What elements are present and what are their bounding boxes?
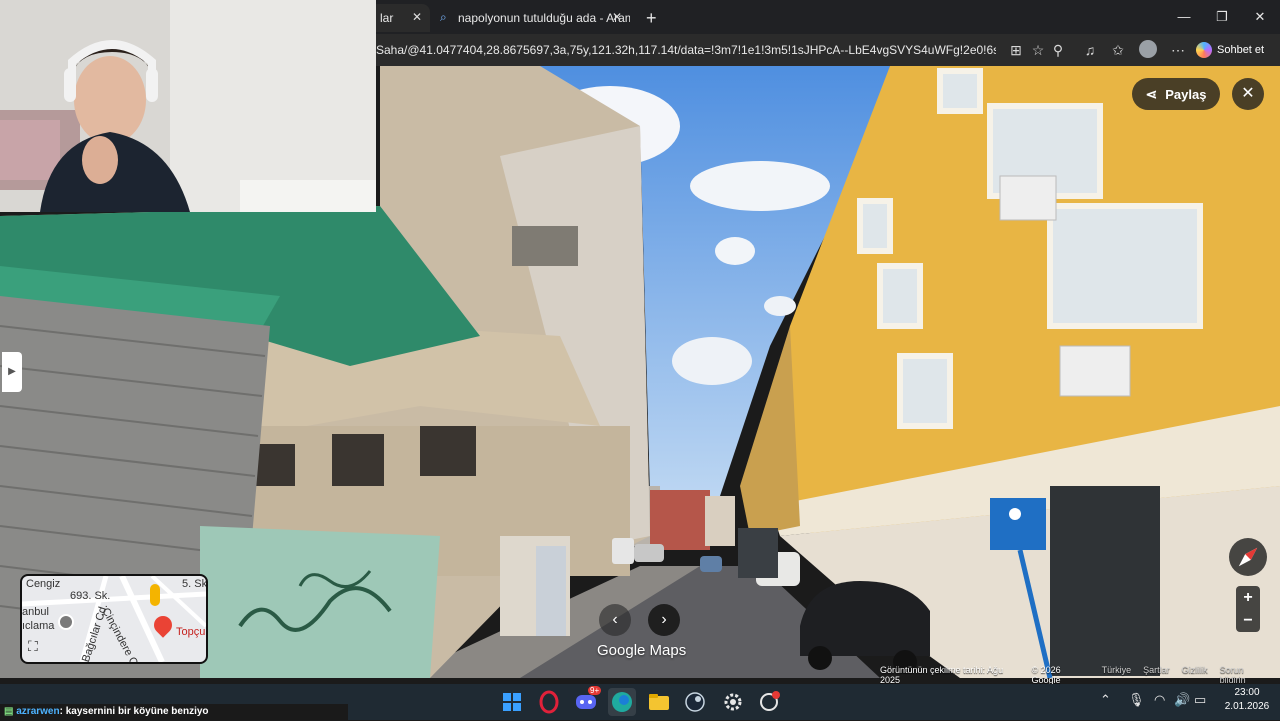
disabled-parking-sign — [990, 498, 1046, 550]
more-menu-icon[interactable]: ⋯ — [1168, 40, 1188, 60]
previous-arrow-button[interactable]: ‹ — [599, 604, 631, 636]
opera-gx-icon[interactable] — [535, 688, 563, 716]
windows-logo-icon — [503, 693, 521, 711]
tab-title: napolyonun tutulduğu ada - Aram — [458, 11, 630, 25]
tray-overflow-chevron-icon[interactable]: ⌃ — [1100, 692, 1111, 708]
discord-badge: 9+ — [588, 686, 602, 695]
mini-map-label: ıclama — [22, 620, 55, 632]
side-panel-toggle[interactable]: ▶ — [2, 352, 22, 392]
chevron-right-icon: ▶ — [8, 366, 16, 377]
next-arrow-button[interactable]: › — [648, 604, 680, 636]
chat-user-icon: ▤ — [4, 706, 14, 717]
google-maps-brand: Google Maps — [597, 642, 687, 659]
street-view-footer: Görüntünün çekilme tarihi: Ağu 2025 © 20… — [880, 665, 1280, 685]
copilot-label: Sohbet et — [1217, 44, 1265, 56]
split-view-icon[interactable]: ⊞ — [1006, 40, 1026, 60]
close-tab-icon[interactable]: ✕ — [412, 10, 422, 24]
mini-map-label: 693. Sk. — [70, 590, 111, 602]
profile-avatar-icon[interactable] — [1138, 40, 1158, 60]
file-explorer-icon[interactable] — [645, 688, 673, 716]
edge-browser-icon[interactable] — [608, 688, 636, 716]
zoom-controls: + − — [1236, 586, 1260, 632]
microphone-icon[interactable]: 🎙 — [1128, 692, 1145, 708]
zoom-out-button[interactable]: − — [1236, 609, 1260, 632]
mini-map-place: Topçu — [176, 626, 206, 638]
close-street-view-button[interactable]: ✕ — [1232, 78, 1264, 110]
report-problem-link[interactable]: Sorun bildirin — [1220, 665, 1270, 685]
copyright: © 2026 Google — [1031, 665, 1061, 685]
compass-icon — [1238, 547, 1258, 567]
url-field[interactable]: Saha/@41.0477404,28.8675697,3a,75y,121.3… — [376, 40, 996, 60]
country-link[interactable]: Türkiye — [1102, 665, 1132, 678]
tab-search[interactable]: ⌕ napolyonun tutulduğu ada - Aram ✕ — [432, 4, 630, 32]
favorite-star-icon[interactable]: ☆ — [1028, 40, 1048, 60]
chevron-right-icon: › — [661, 611, 667, 628]
capture-date: Görüntünün çekilme tarihi: Ağu 2025 — [880, 665, 1004, 685]
discord-icon[interactable]: 9+ — [572, 686, 602, 716]
terms-link[interactable]: Şartlar — [1143, 665, 1170, 678]
truck — [738, 528, 778, 578]
webcam-overlay — [0, 0, 376, 212]
stream-chat-line: ▤ azrarwen: kaysernini bir köyüne benziy… — [0, 704, 348, 720]
battery-icon[interactable]: ▭ — [1194, 692, 1206, 708]
app-notification-icon[interactable] — [755, 688, 783, 716]
tab-title: lar — [380, 11, 394, 25]
building-door — [1050, 486, 1160, 676]
chat-username: azrarwen — [16, 706, 60, 717]
clock-time: 23:00 — [1234, 687, 1260, 698]
car-far — [700, 556, 722, 572]
copilot-chat-button[interactable]: Sohbet et — [1196, 38, 1274, 62]
steam-icon[interactable] — [681, 688, 709, 716]
mini-map-label: Cengiz — [26, 578, 61, 590]
zoom-in-button[interactable]: + — [1236, 586, 1260, 609]
collections-icon[interactable]: ✩ — [1108, 40, 1128, 60]
chevron-left-icon: ‹ — [612, 611, 618, 628]
share-icon: ⋖ — [1145, 85, 1158, 102]
privacy-link[interactable]: Gizlilik — [1182, 665, 1208, 678]
mini-map[interactable]: Cengiz 693. Sk. 5. Sk. Çinçindere Cd. Ba… — [20, 574, 208, 664]
search-icon: ⌕ — [440, 10, 447, 24]
garage-door — [200, 526, 440, 678]
read-aloud-icon[interactable]: ♫ — [1080, 40, 1100, 60]
clock-date: 2.01.2026 — [1224, 701, 1270, 712]
share-label: Paylaş — [1165, 86, 1207, 102]
chat-message: : kaysernini bir köyüne benziyo — [59, 706, 209, 717]
fullscreen-icon[interactable]: ⛶ — [28, 638, 38, 655]
tab-active[interactable]: lar ✕ — [370, 4, 430, 32]
volume-icon[interactable]: 🔊 — [1174, 692, 1190, 708]
location-dot-icon — [58, 614, 74, 630]
maximize-button[interactable]: ❐ — [1202, 6, 1242, 28]
location-icon[interactable]: ⚲ — [1048, 40, 1068, 60]
start-button[interactable] — [498, 688, 526, 716]
system-clock[interactable]: 23:00 2.01.2026 — [1216, 686, 1278, 714]
webcam-feed — [0, 0, 376, 212]
settings-gear-icon[interactable] — [719, 688, 747, 716]
close-window-button[interactable]: ✕ — [1240, 6, 1280, 28]
new-tab-button[interactable]: + — [636, 4, 662, 32]
pegman-icon[interactable] — [150, 584, 160, 606]
wifi-icon[interactable]: ◠ — [1154, 692, 1165, 708]
compass-button[interactable] — [1229, 538, 1267, 576]
copilot-icon — [1196, 42, 1212, 58]
share-button[interactable]: ⋖ Paylaş — [1132, 78, 1220, 110]
mini-map-label: 5. Sk. — [182, 578, 208, 590]
close-tab-icon[interactable]: ✕ — [612, 10, 622, 24]
minimize-button[interactable]: — — [1164, 6, 1204, 28]
mini-map-label: anbul — [22, 606, 49, 618]
